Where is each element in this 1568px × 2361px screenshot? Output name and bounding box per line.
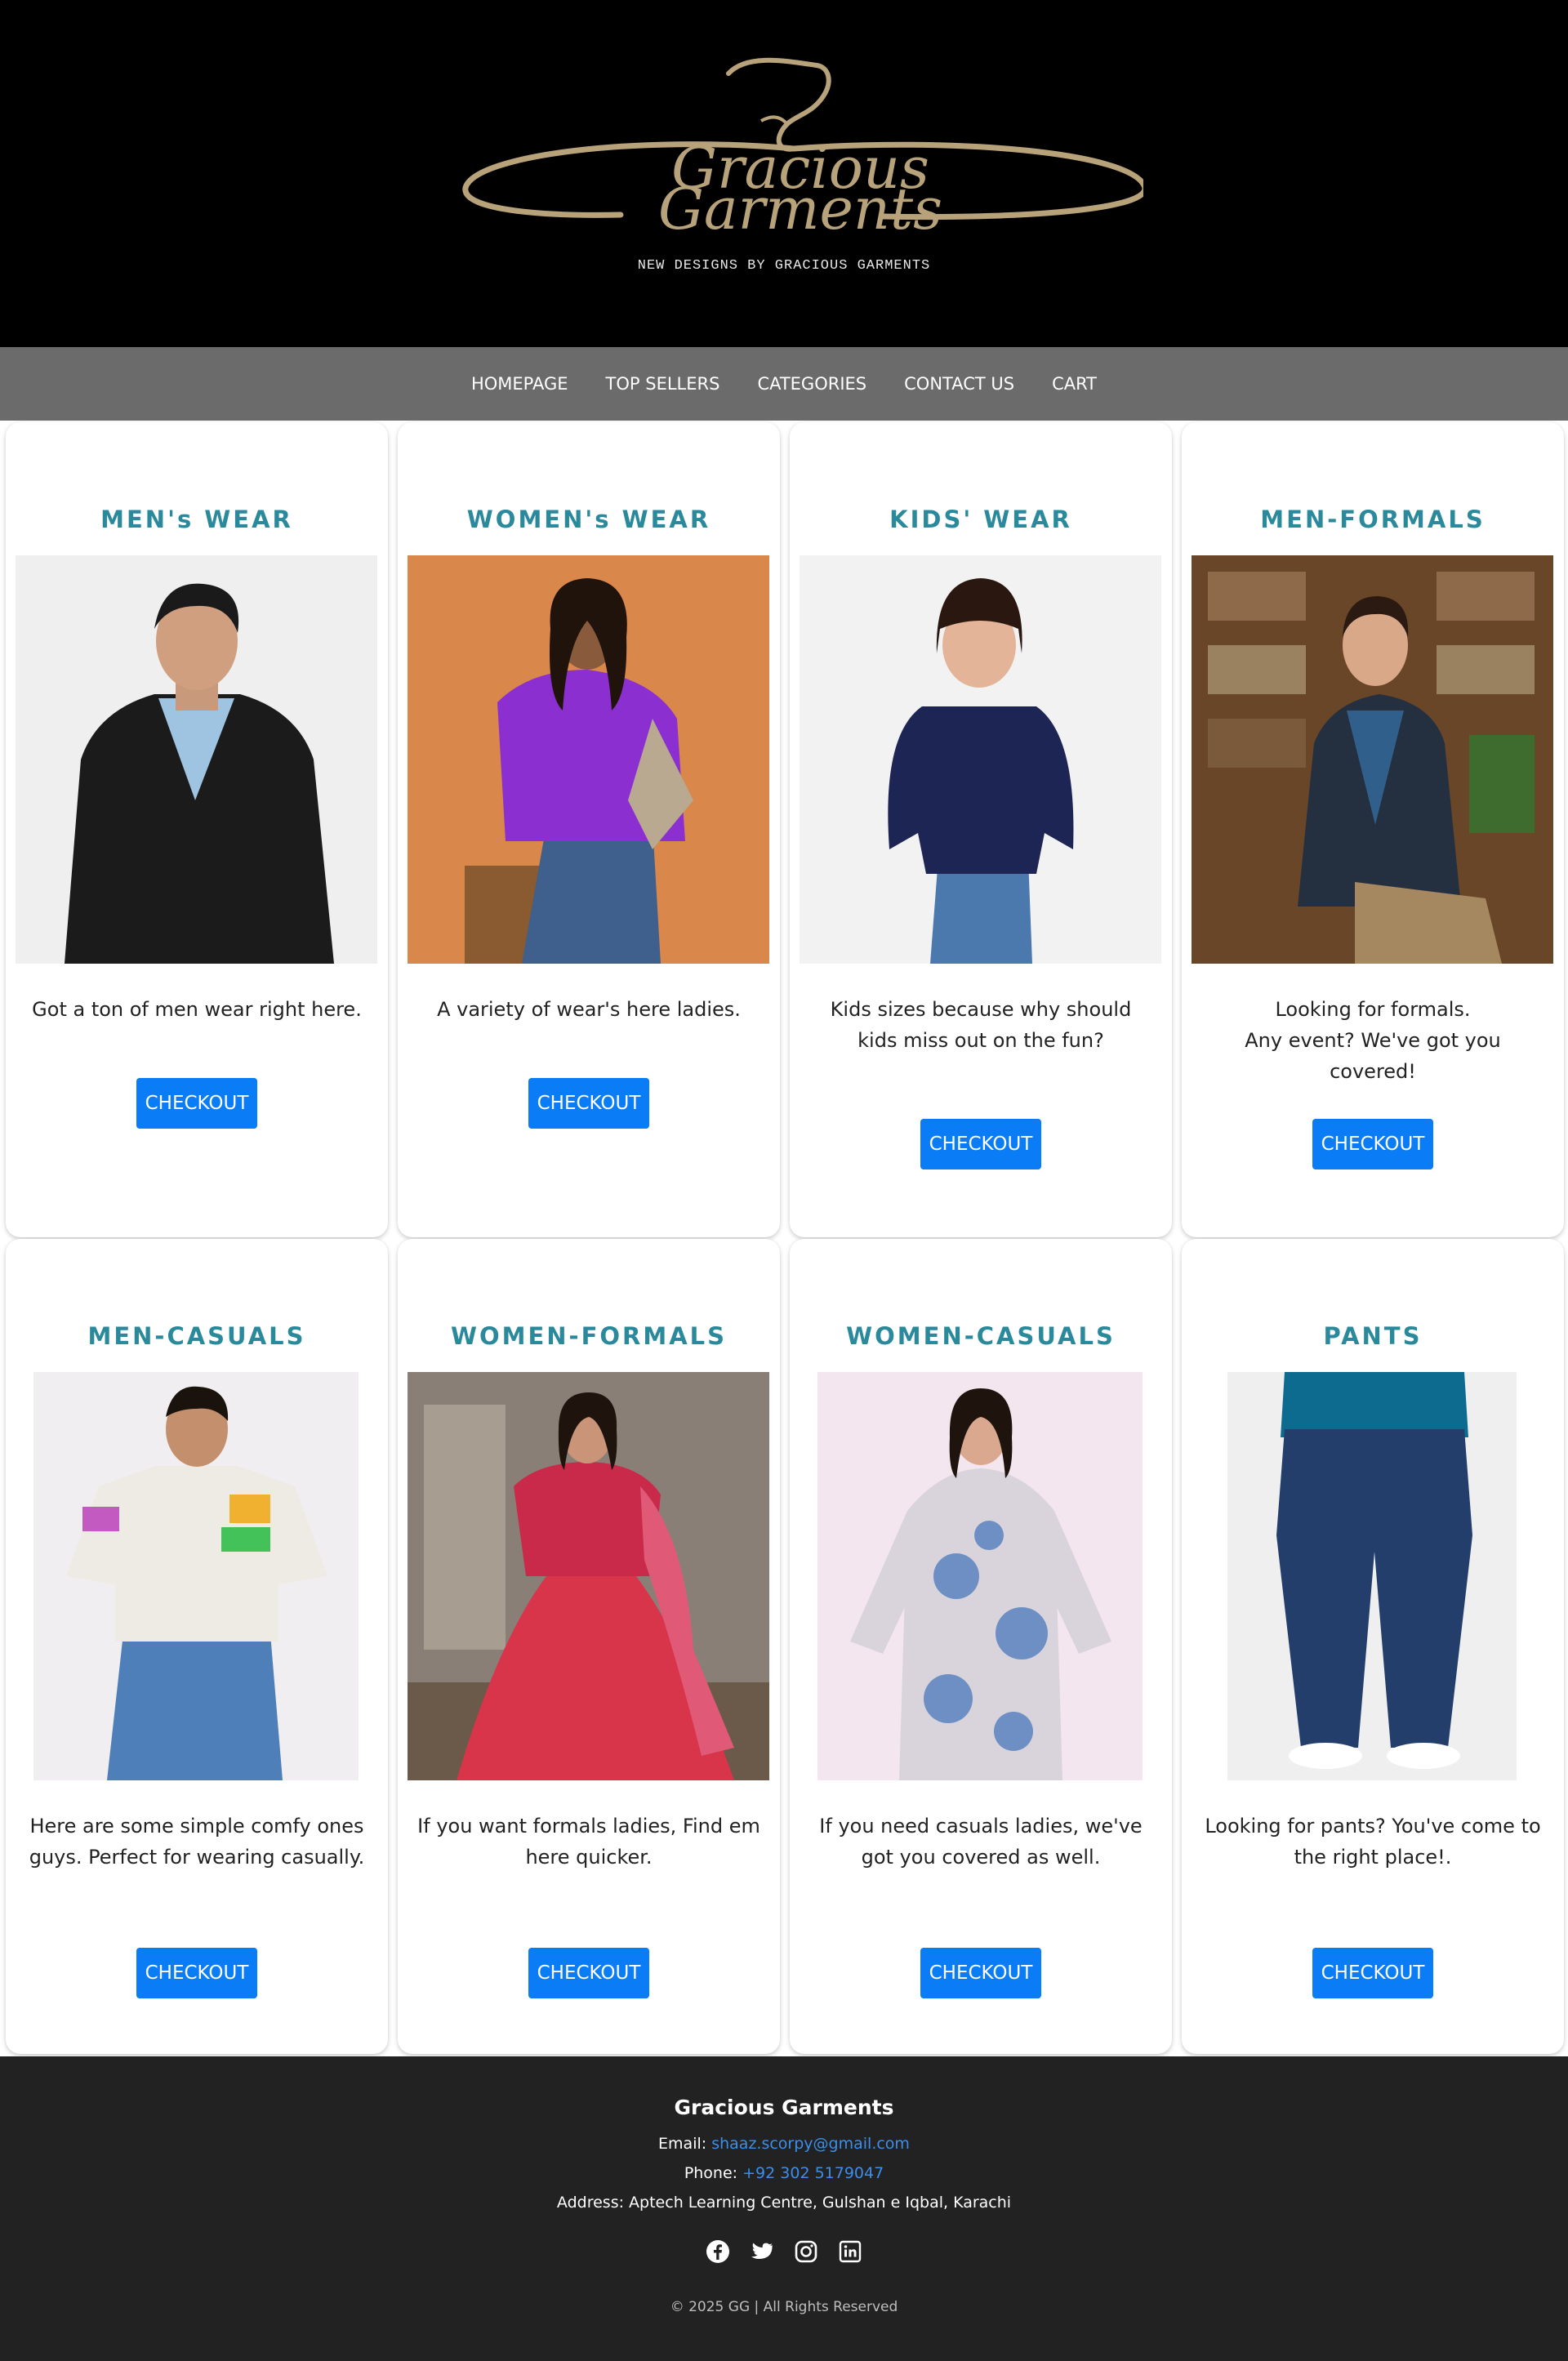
card-title: WOMEN-CASUALS (846, 1322, 1116, 1350)
card-title: PANTS (1323, 1322, 1423, 1350)
logo-line2: Garments (658, 176, 942, 243)
site-tagline: NEW DESIGNS BY GRACIOUS GARMENTS (637, 258, 931, 274)
card-description: Kids sizes because why should kids miss … (830, 998, 1132, 1052)
nav-categories[interactable]: CATEGORIES (757, 374, 866, 394)
checkout-button[interactable]: CHECKOUT (1312, 1948, 1433, 1998)
card-description: Here are some simple comfy ones guys. Pe… (29, 1815, 365, 1869)
phone-label: Phone: (684, 2164, 738, 2182)
category-card-men-casuals: MEN-CASUALS Here are some simple comfy o… (6, 1239, 388, 2054)
category-grid: MEN's WEAR Got a ton of men wear right h… (0, 421, 1568, 2056)
card-title: MEN's WEAR (100, 506, 293, 533)
category-card-kids-wear: KIDS' WEAR Kids sizes because why should… (790, 422, 1172, 1237)
email-label: Email: (658, 2135, 707, 2153)
nav-contact-us[interactable]: CONTACT US (904, 374, 1014, 394)
main-nav: HOMEPAGE TOP SELLERS CATEGORIES CONTACT … (0, 347, 1568, 421)
checkout-button[interactable]: CHECKOUT (136, 1948, 257, 1998)
footer-email: Email: shaaz.scorpy@gmail.com (0, 2135, 1568, 2153)
category-card-women-formals: WOMEN-FORMALS If you want formals ladies… (398, 1239, 780, 2054)
product-image-womens-wear[interactable] (408, 555, 769, 964)
gracious-garments-logo[interactable]: Gracious Garments (425, 49, 1143, 245)
social-links (0, 2239, 1568, 2264)
product-image-pants[interactable] (1227, 1372, 1517, 1780)
product-image-kids-wear[interactable] (800, 555, 1161, 964)
nav-homepage[interactable]: HOMEPAGE (471, 374, 568, 394)
site-footer: Gracious Garments Email: shaaz.scorpy@gm… (0, 2056, 1568, 2361)
card-title: MEN-FORMALS (1260, 506, 1486, 533)
category-card-womens-wear: WOMEN's WEAR A variety of wear's here la… (398, 422, 780, 1237)
product-image-women-formals[interactable] (408, 1372, 769, 1780)
category-card-men-formals: MEN-FORMALS Looking for formals. Any eve… (1182, 422, 1564, 1237)
card-description: If you want formals ladies, Find em here… (417, 1815, 760, 1869)
product-image-men-formals[interactable] (1192, 555, 1553, 964)
product-image-women-casuals[interactable] (817, 1372, 1143, 1780)
checkout-button[interactable]: CHECKOUT (920, 1119, 1041, 1169)
address-text: Aptech Learning Centre, Gulshan e Iqbal,… (629, 2194, 1012, 2212)
card-title: KIDS' WEAR (889, 506, 1072, 533)
instagram-icon[interactable] (794, 2239, 818, 2264)
card-title: MEN-CASUALS (87, 1322, 306, 1350)
address-label: Address: (556, 2194, 624, 2212)
card-description: If you need casuals ladies, we've got yo… (819, 1815, 1143, 1869)
footer-address: Address: Aptech Learning Centre, Gulshan… (0, 2194, 1568, 2212)
copyright-text: © 2025 GG | All Rights Reserved (670, 2299, 898, 2315)
linkedin-icon[interactable] (838, 2239, 862, 2264)
nav-top-sellers[interactable]: TOP SELLERS (606, 374, 720, 394)
card-title: WOMEN-FORMALS (450, 1322, 728, 1350)
card-description: Looking for formals. Any event? We've go… (1245, 998, 1501, 1083)
checkout-button[interactable]: CHECKOUT (136, 1078, 257, 1129)
checkout-button[interactable]: CHECKOUT (1312, 1119, 1433, 1169)
phone-link[interactable]: +92 302 5179047 (742, 2164, 884, 2182)
email-link[interactable]: shaaz.scorpy@gmail.com (711, 2135, 910, 2153)
checkout-button[interactable]: CHECKOUT (528, 1948, 649, 1998)
site-header: Gracious Garments NEW DESIGNS BY GRACIOU… (0, 0, 1568, 347)
product-image-men-casuals[interactable] (33, 1372, 359, 1780)
checkout-button[interactable]: CHECKOUT (920, 1948, 1041, 1998)
product-image-mens-wear[interactable] (16, 555, 377, 964)
card-description: Looking for pants? You've come to the ri… (1205, 1815, 1541, 1869)
card-description: Got a ton of men wear right here. (32, 998, 362, 1021)
card-title: WOMEN's WEAR (466, 506, 711, 533)
category-card-mens-wear: MEN's WEAR Got a ton of men wear right h… (6, 422, 388, 1237)
footer-phone: Phone: +92 302 5179047 (0, 2164, 1568, 2182)
card-description: A variety of wear's here ladies. (437, 998, 741, 1021)
checkout-button[interactable]: CHECKOUT (528, 1078, 649, 1129)
category-card-women-casuals: WOMEN-CASUALS If you need casuals ladies… (790, 1239, 1172, 2054)
footer-brand: Gracious Garments (674, 2096, 894, 2119)
category-card-pants: PANTS Looking for pants? You've come to … (1182, 1239, 1564, 2054)
nav-cart[interactable]: CART (1052, 374, 1097, 394)
twitter-icon[interactable] (750, 2239, 774, 2264)
facebook-icon[interactable] (706, 2239, 730, 2264)
